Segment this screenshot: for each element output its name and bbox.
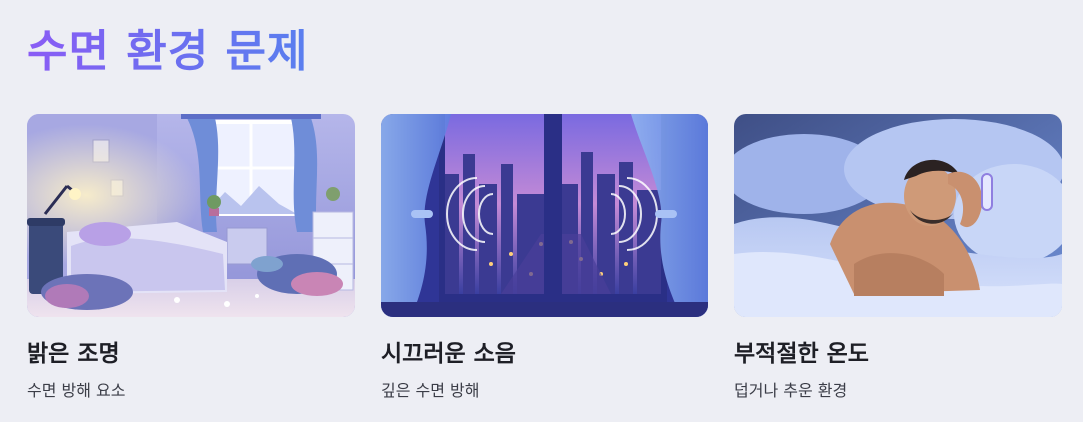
bright-bedroom-image xyxy=(27,114,355,317)
card-title: 시끄러운 소음 xyxy=(381,341,516,367)
card-description: 덥거나 추운 환경 xyxy=(734,381,848,400)
problem-card-noise: 시끄러운 소음 깊은 수면 방해 xyxy=(381,114,708,401)
problem-card-lighting: 밝은 조명 수면 방해 요소 xyxy=(27,114,355,401)
section-title: 수면 환경 문제 xyxy=(27,24,309,80)
noisy-city-window-image xyxy=(381,114,708,317)
card-description: 수면 방해 요소 xyxy=(27,381,126,400)
card-title: 밝은 조명 xyxy=(27,341,120,367)
card-description: 깊은 수면 방해 xyxy=(381,381,480,400)
card-title: 부적절한 온도 xyxy=(734,341,869,367)
sleep-environment-section: 수면 환경 문제 밝은 조명 수면 방해 요소 시끄러운 소음 깊은 수면 방해… xyxy=(0,0,1083,422)
uncomfortable-sleeper-image xyxy=(734,114,1062,317)
problem-card-temperature: 부적절한 온도 덥거나 추운 환경 xyxy=(734,114,1062,401)
